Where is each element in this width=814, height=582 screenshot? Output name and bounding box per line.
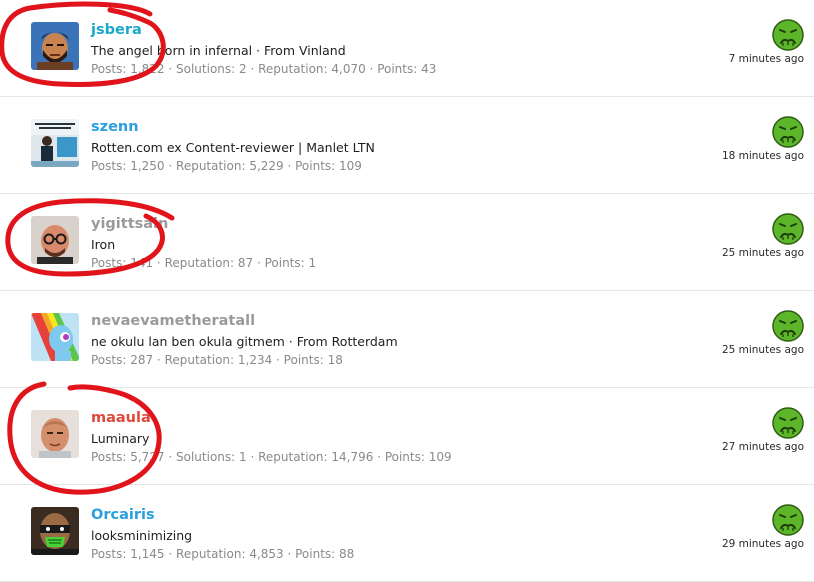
- timestamp: 18 minutes ago: [721, 150, 804, 162]
- timestamp: 25 minutes ago: [721, 247, 804, 259]
- list-item: maaula Luminary Posts: 5,727 · Solutions…: [0, 388, 814, 485]
- list-item: Orcairis looksminimizing Posts: 1,145 · …: [0, 485, 814, 582]
- user-title: Luminary: [91, 431, 150, 446]
- user-stats: Posts: 1,822 · Solutions: 2 · Reputation…: [91, 62, 437, 76]
- avatar[interactable]: [31, 507, 79, 555]
- username-link[interactable]: Orcairis: [91, 507, 155, 523]
- sick-face-icon[interactable]: [772, 407, 804, 439]
- avatar[interactable]: [31, 216, 79, 264]
- user-title: The angel born in infernal · From Vinlan…: [91, 43, 346, 58]
- sick-face-icon[interactable]: [772, 310, 804, 342]
- timestamp: 25 minutes ago: [721, 344, 804, 356]
- avatar[interactable]: [31, 22, 79, 70]
- avatar[interactable]: [31, 119, 79, 167]
- sick-face-icon[interactable]: [772, 213, 804, 245]
- list-item: szenn Rotten.com ex Content-reviewer | M…: [0, 97, 814, 194]
- sick-face-icon[interactable]: [772, 504, 804, 536]
- username-link[interactable]: szenn: [91, 119, 139, 135]
- username-link[interactable]: nevaevametheratall: [91, 313, 255, 329]
- list-item: nevaevametheratall ne okulu lan ben okul…: [0, 291, 814, 388]
- username-link[interactable]: jsbera: [91, 22, 142, 38]
- list-item: yigittsain Iron Posts: 141 · Reputation:…: [0, 194, 814, 291]
- user-stats: Posts: 141 · Reputation: 87 · Points: 1: [91, 256, 317, 270]
- username-link[interactable]: yigittsain: [91, 216, 168, 232]
- user-title: looksminimizing: [91, 528, 193, 543]
- username-link[interactable]: maaula: [91, 410, 151, 426]
- user-title: Rotten.com ex Content-reviewer | Manlet …: [91, 140, 375, 155]
- user-stats: Posts: 5,727 · Solutions: 1 · Reputation…: [91, 450, 452, 464]
- timestamp: 29 minutes ago: [721, 538, 804, 550]
- user-stats: Posts: 1,250 · Reputation: 5,229 · Point…: [91, 159, 362, 173]
- avatar[interactable]: [31, 313, 79, 361]
- user-title: ne okulu lan ben okula gitmem · From Rot…: [91, 334, 398, 349]
- timestamp: 7 minutes ago: [728, 53, 804, 65]
- avatar[interactable]: [31, 410, 79, 458]
- user-stats: Posts: 287 · Reputation: 1,234 · Points:…: [91, 353, 343, 367]
- list-item: jsbera The angel born in infernal · From…: [0, 0, 814, 97]
- user-title: Iron: [91, 237, 116, 252]
- timestamp: 27 minutes ago: [721, 441, 804, 453]
- sick-face-icon[interactable]: [772, 116, 804, 148]
- sick-face-icon[interactable]: [772, 19, 804, 51]
- user-stats: Posts: 1,145 · Reputation: 4,853 · Point…: [91, 547, 355, 561]
